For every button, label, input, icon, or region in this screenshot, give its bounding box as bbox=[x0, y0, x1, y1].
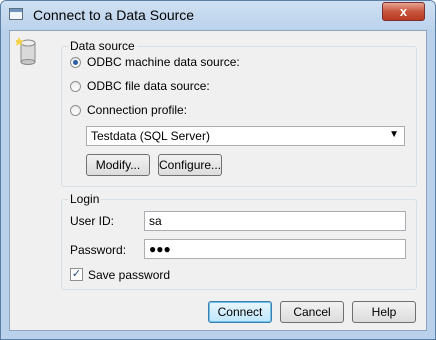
password-value: ●●● bbox=[149, 242, 171, 256]
dialog-window: Connect to a Data Source x Data source O… bbox=[0, 0, 436, 340]
connection-profile-select[interactable]: Testdata (SQL Server) ▼ bbox=[86, 126, 405, 146]
configure-button[interactable]: Configure... bbox=[158, 154, 222, 176]
data-source-group-label: Data source bbox=[68, 39, 137, 53]
connection-profile-radio-label: Connection profile: bbox=[87, 103, 188, 117]
modify-button[interactable]: Modify... bbox=[86, 154, 150, 176]
odbc-file-radio[interactable]: ODBC file data source: bbox=[70, 78, 210, 94]
data-source-icon bbox=[16, 37, 36, 65]
radio-unchecked-icon bbox=[70, 104, 81, 116]
radio-checked-icon bbox=[70, 56, 81, 68]
password-label: Password: bbox=[70, 243, 127, 257]
window-icon bbox=[9, 8, 23, 20]
radio-unchecked-icon bbox=[70, 80, 81, 92]
connection-profile-radio[interactable]: Connection profile: bbox=[70, 102, 187, 118]
close-button[interactable]: x bbox=[382, 2, 425, 21]
odbc-file-radio-label: ODBC file data source: bbox=[87, 79, 210, 93]
window-title: Connect to a Data Source bbox=[33, 7, 195, 23]
help-button[interactable]: Help bbox=[352, 301, 416, 323]
title-bar: Connect to a Data Source x bbox=[1, 1, 435, 29]
chevron-down-icon: ▼ bbox=[389, 129, 399, 140]
connect-button[interactable]: Connect bbox=[208, 301, 272, 323]
odbc-machine-radio-label: ODBC machine data source: bbox=[87, 55, 240, 69]
user-id-value: sa bbox=[149, 214, 162, 228]
password-input[interactable]: ●●● bbox=[144, 239, 406, 259]
save-password-checkbox[interactable]: ✓ bbox=[70, 268, 83, 281]
save-password-label: Save password bbox=[88, 268, 171, 282]
select-value: Testdata (SQL Server) bbox=[91, 129, 210, 143]
user-id-input[interactable]: sa bbox=[144, 211, 406, 231]
user-id-label: User ID: bbox=[70, 214, 115, 228]
dialog-client-area: Data source ODBC machine data source: OD… bbox=[9, 30, 427, 331]
login-group-label: Login bbox=[68, 192, 102, 206]
cancel-button[interactable]: Cancel bbox=[280, 301, 344, 323]
odbc-machine-radio[interactable]: ODBC machine data source: bbox=[70, 54, 240, 70]
